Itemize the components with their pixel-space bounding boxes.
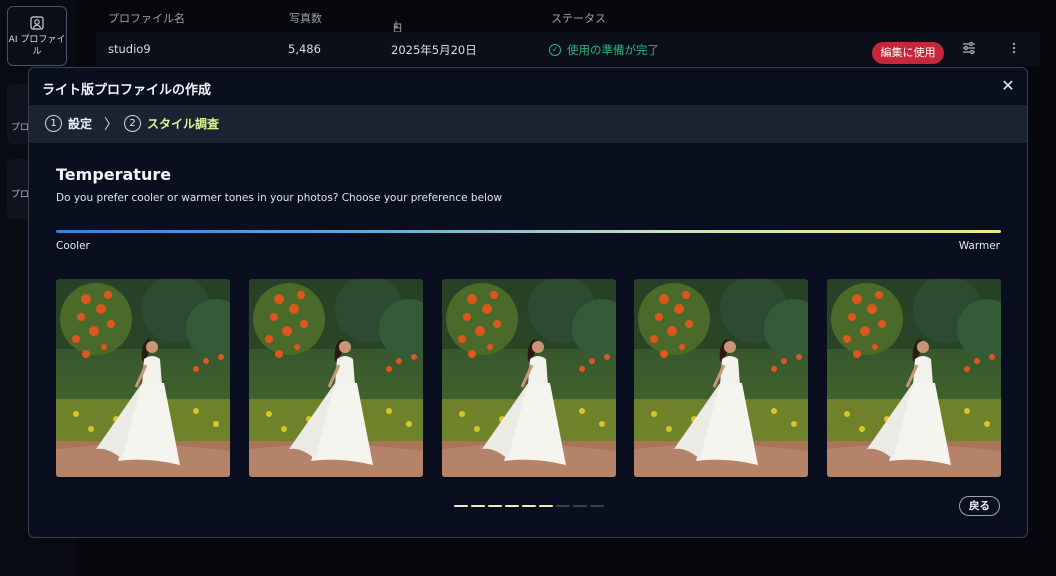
photo-option-5[interactable] [827, 279, 1001, 477]
table-header: プロファイル名 写真数 日付 ↓ ステータス [76, 0, 1056, 51]
close-icon[interactable]: ✕ [999, 77, 1017, 95]
photo-count: 5,486 [288, 42, 321, 56]
photo-image [827, 279, 1001, 477]
table-row[interactable]: studio9 5,486 2025年5月20日 ✓ 使用の準備が完了 編集に使… [96, 32, 1040, 66]
stepper: 1 設定 〉 2 スタイル調査 [29, 105, 1027, 143]
section-title: Temperature [56, 165, 172, 184]
section-subtitle: Do you prefer cooler or warmer tones in … [56, 192, 502, 204]
photo-option-4[interactable] [634, 279, 809, 477]
dialog-header: ライト版プロファイルの作成 ✕ [29, 68, 1027, 105]
column-header-name[interactable]: プロファイル名 [108, 10, 185, 26]
dialog-title: ライト版プロファイルの作成 [42, 83, 212, 98]
sort-down-icon: ↓ [392, 20, 401, 31]
profile-date: 2025年5月20日 [391, 43, 477, 57]
column-header-photos[interactable]: 写真数 [289, 10, 322, 26]
use-for-editing-button[interactable]: 編集に使用 [872, 42, 944, 64]
settings-sliders-icon[interactable] [961, 40, 977, 56]
pager-segment [488, 505, 502, 507]
pager-segment [505, 505, 519, 507]
pager-segment [539, 505, 553, 507]
photo-image [56, 279, 230, 477]
step-style-survey[interactable]: 2 スタイル調査 [124, 115, 219, 132]
status-badge: ✓ 使用の準備が完了 [549, 42, 659, 58]
sidebar-item-ai-profile[interactable]: AI プロファイル [7, 6, 67, 66]
pager-segment [573, 505, 587, 507]
photo-option-2[interactable] [248, 279, 423, 477]
step-number: 2 [124, 115, 141, 132]
photo-option-1[interactable] [56, 279, 230, 477]
status-text: 使用の準備が完了 [567, 43, 659, 57]
photo-image [248, 279, 423, 477]
photo-option-3[interactable] [441, 279, 616, 477]
step-number: 1 [45, 115, 62, 132]
pager-segment [522, 505, 536, 507]
sidebar-item-label: AI プロファイル [8, 35, 66, 57]
pager-segment [471, 505, 485, 507]
step-label: 設定 [68, 117, 93, 131]
create-lite-profile-dialog: ライト版プロファイルの作成 ✕ 1 設定 〉 2 スタイル調査 Temperat… [28, 67, 1028, 538]
step-settings[interactable]: 1 設定 [45, 115, 92, 132]
scale-label-cooler: Cooler [56, 240, 90, 252]
pager-segment [454, 505, 468, 507]
photo-image [441, 279, 616, 477]
photo-options [56, 279, 1001, 477]
ai-profile-icon [30, 16, 44, 30]
photo-image [634, 279, 809, 477]
profile-name: studio9 [108, 42, 151, 56]
chevron-right-icon: 〉 [104, 117, 118, 133]
step-label: スタイル調査 [147, 117, 220, 131]
pager-segment [556, 505, 570, 507]
scale-label-warmer: Warmer [958, 240, 1000, 252]
pager-segment [590, 505, 604, 507]
back-button[interactable]: 戻る [959, 496, 1000, 516]
check-circle-icon: ✓ [549, 44, 561, 56]
progress-pager [454, 505, 604, 507]
more-vertical-icon[interactable] [1006, 40, 1022, 56]
temperature-scale [56, 230, 1001, 233]
column-header-status[interactable]: ステータス [551, 10, 606, 26]
